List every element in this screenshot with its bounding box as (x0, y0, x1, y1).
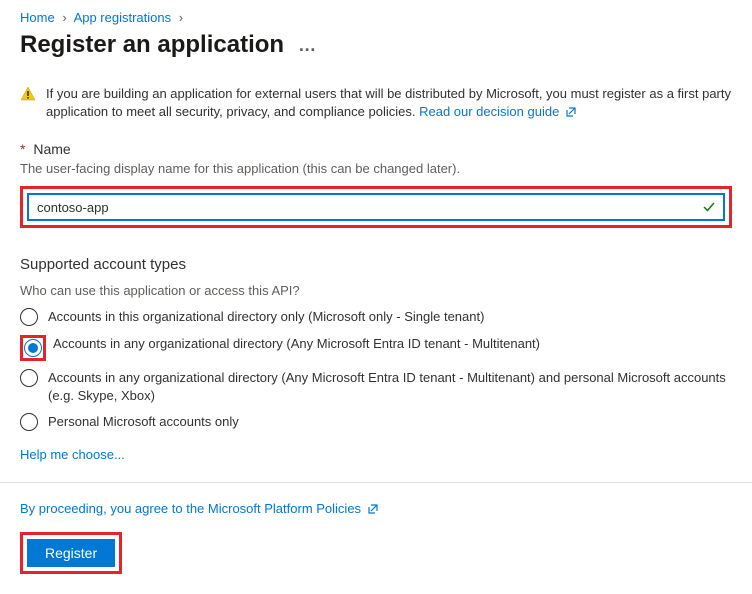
radio-single-tenant[interactable]: Accounts in this organizational director… (20, 308, 732, 326)
name-input[interactable] (35, 199, 695, 216)
radio-label: Accounts in any organizational directory… (53, 335, 540, 353)
radio-icon (20, 369, 38, 387)
name-input-highlight (20, 186, 732, 228)
chevron-right-icon: › (179, 10, 183, 25)
radio-label: Accounts in this organizational director… (48, 308, 484, 326)
radio-icon-selected (24, 339, 42, 357)
radio-label: Accounts in any organizational directory… (48, 369, 732, 405)
warning-banner: If you are building an application for e… (20, 85, 732, 123)
radio-multitenant-highlight (20, 335, 46, 361)
warning-icon (20, 86, 36, 107)
warning-text-wrap: If you are building an application for e… (46, 85, 732, 123)
breadcrumb: Home › App registrations › (20, 10, 732, 25)
account-types-question: Who can use this application or access t… (20, 283, 732, 298)
radio-personal-only[interactable]: Personal Microsoft accounts only (20, 413, 732, 431)
register-button[interactable]: Register (27, 539, 115, 567)
name-help-text: The user-facing display name for this ap… (20, 161, 732, 176)
check-icon (701, 199, 717, 218)
radio-icon (20, 413, 38, 431)
radio-multitenant-personal[interactable]: Accounts in any organizational directory… (20, 369, 732, 405)
breadcrumb-app-registrations[interactable]: App registrations (74, 10, 172, 25)
breadcrumb-home[interactable]: Home (20, 10, 55, 25)
platform-policies-link[interactable]: By proceeding, you agree to the Microsof… (20, 501, 379, 516)
account-types-heading: Supported account types (20, 256, 732, 273)
decision-guide-link-text: Read our decision guide (419, 104, 559, 119)
help-me-choose-link[interactable]: Help me choose... (20, 447, 125, 462)
external-link-icon (565, 105, 577, 123)
radio-label: Personal Microsoft accounts only (48, 413, 239, 431)
platform-policies-text: By proceeding, you agree to the Microsof… (20, 501, 361, 516)
decision-guide-link[interactable]: Read our decision guide (419, 104, 577, 119)
radio-multitenant[interactable]: Accounts in any organizational directory… (20, 335, 732, 361)
more-icon[interactable]: … (298, 36, 318, 54)
register-button-highlight: Register (20, 532, 122, 574)
chevron-right-icon: › (62, 10, 66, 25)
page-title: Register an application … (20, 31, 732, 59)
page-title-text: Register an application (20, 31, 284, 59)
external-link-icon (367, 503, 379, 518)
name-label-text: Name (33, 141, 70, 157)
warning-text: If you are building an application for e… (46, 86, 731, 119)
name-label: * Name (20, 141, 732, 157)
name-input-wrap[interactable] (27, 193, 725, 221)
required-asterisk-icon: * (20, 141, 25, 157)
radio-icon (20, 308, 38, 326)
divider (0, 482, 752, 483)
